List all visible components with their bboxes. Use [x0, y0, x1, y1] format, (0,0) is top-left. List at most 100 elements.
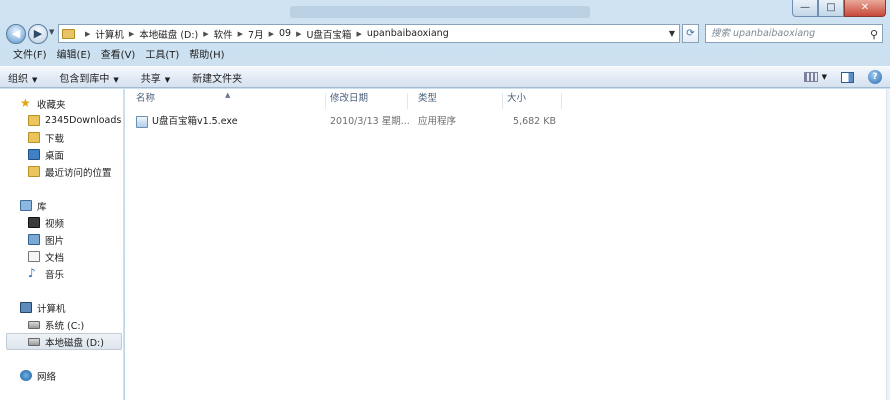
- nav-favorites[interactable]: ★ 收藏夹: [20, 95, 66, 112]
- chevron-down-icon: ▼: [113, 75, 119, 84]
- search-placeholder: 搜索 upanbaibaoxiang: [711, 28, 816, 39]
- chevron-down-icon: ▼: [32, 75, 38, 84]
- nav-item-documents[interactable]: 文档: [28, 248, 64, 265]
- breadcrumb-item[interactable]: 本地磁盘 (D:): [139, 27, 198, 41]
- library-icon: [20, 200, 32, 211]
- menu-help[interactable]: 帮助(H): [184, 47, 229, 65]
- scrollbar[interactable]: [886, 89, 890, 400]
- breadcrumb-arrow-icon[interactable]: ▶: [238, 30, 243, 38]
- minimize-button[interactable]: —: [792, 0, 818, 17]
- column-header-name[interactable]: 名称 ▲: [125, 91, 326, 109]
- recent-pages-dropdown-icon[interactable]: ▼: [49, 28, 54, 36]
- share-button[interactable]: 共享 ▼: [141, 70, 170, 85]
- include-library-button[interactable]: 包含到库中 ▼: [59, 70, 118, 85]
- breadcrumb-item[interactable]: 09: [279, 28, 291, 39]
- music-icon: ♪: [28, 266, 36, 280]
- nav-item-drive-c[interactable]: 系统 (C:): [28, 316, 84, 333]
- nav-item-label: 音乐: [45, 269, 65, 281]
- nav-item-downloads[interactable]: 下载: [28, 129, 64, 146]
- nav-item-recent-places[interactable]: 最近访问的位置: [28, 163, 112, 180]
- column-header-size[interactable]: 大小: [496, 93, 562, 109]
- file-size: 5,682 KB: [513, 116, 556, 127]
- menu-edit[interactable]: 编辑(E): [52, 47, 96, 65]
- video-icon: [28, 217, 40, 228]
- command-bar: 组织 ▼ 包含到库中 ▼ 共享 ▼ 新建文件夹 ▼ ?: [0, 66, 890, 88]
- file-name: U盘百宝箱v1.5.exe: [152, 116, 238, 127]
- folder-icon: [62, 28, 75, 39]
- column-header-type[interactable]: 类型: [407, 93, 503, 109]
- sort-ascending-icon: ▲: [225, 91, 231, 99]
- change-view-button[interactable]: ▼: [803, 72, 827, 82]
- column-header-label: 大小: [507, 93, 527, 104]
- breadcrumb-item[interactable]: 7月: [248, 27, 264, 41]
- nav-item-label: 本地磁盘 (D:): [45, 337, 104, 349]
- address-bar[interactable]: ▶ 计算机 ▶ 本地磁盘 (D:) ▶ 软件 ▶ 7月 ▶ 09 ▶ U盘百宝箱…: [58, 24, 680, 43]
- nav-libraries-label: 库: [37, 201, 47, 213]
- breadcrumb-arrow-icon[interactable]: ▶: [203, 30, 208, 38]
- nav-item-pictures[interactable]: 图片: [28, 231, 64, 248]
- chevron-down-icon: ▼: [164, 75, 171, 84]
- breadcrumb-item[interactable]: U盘百宝箱: [306, 27, 351, 41]
- nav-item-desktop[interactable]: 桌面: [28, 146, 64, 163]
- chevron-down-icon: ▼: [821, 73, 827, 81]
- column-header-label: 名称: [136, 93, 156, 104]
- organize-button[interactable]: 组织 ▼: [8, 70, 37, 85]
- breadcrumb-arrow-icon[interactable]: ▶: [356, 30, 361, 38]
- share-label: 共享: [140, 73, 161, 85]
- maximize-button[interactable]: □: [818, 0, 844, 17]
- include-library-label: 包含到库中: [59, 73, 110, 85]
- application-icon: [136, 116, 148, 128]
- pictures-icon: [28, 234, 40, 245]
- breadcrumb-item[interactable]: 计算机: [95, 27, 124, 41]
- nav-network[interactable]: 网络: [20, 367, 56, 384]
- system-drive-icon: [28, 320, 40, 329]
- nav-network-label: 网络: [37, 371, 57, 383]
- nav-item-music[interactable]: ♪ 音乐: [28, 265, 64, 282]
- nav-item-drive-d[interactable]: 本地磁盘 (D:): [6, 333, 122, 350]
- preview-pane-icon[interactable]: [841, 71, 854, 83]
- documents-icon: [28, 251, 40, 262]
- menu-view[interactable]: 查看(V): [96, 47, 141, 65]
- address-dropdown-icon[interactable]: ▼: [669, 29, 675, 38]
- close-button[interactable]: ✕: [844, 0, 886, 17]
- forward-button[interactable]: ▶: [28, 24, 48, 44]
- breadcrumb-arrow-icon[interactable]: ▶: [129, 30, 134, 38]
- column-header-label: 类型: [418, 93, 438, 104]
- column-header-modified[interactable]: 修改日期: [319, 93, 408, 109]
- title-bar: — □ ✕: [0, 0, 890, 22]
- new-folder-button[interactable]: 新建文件夹: [192, 70, 242, 85]
- nav-favorites-label: 收藏夹: [37, 99, 66, 111]
- menu-tools[interactable]: 工具(T): [140, 47, 184, 65]
- nav-libraries[interactable]: 库: [20, 197, 47, 214]
- nav-item-videos[interactable]: 视频: [28, 214, 64, 231]
- help-icon[interactable]: ?: [868, 70, 882, 84]
- breadcrumb-arrow-icon[interactable]: ▶: [269, 30, 274, 38]
- file-row[interactable]: U盘百宝箱v1.5.exe 2010/3/13 星期... 应用程序 5,682…: [136, 114, 576, 130]
- network-icon: [20, 370, 32, 381]
- organize-label: 组织: [8, 73, 28, 85]
- breadcrumb-item[interactable]: 软件: [214, 27, 233, 41]
- downloads-folder-icon: [28, 132, 40, 143]
- breadcrumb-arrow-icon[interactable]: ▶: [85, 30, 90, 38]
- refresh-button[interactable]: ⟳: [682, 24, 699, 43]
- computer-icon: [20, 302, 32, 313]
- nav-item-label: 2345Downloads: [45, 115, 122, 126]
- breadcrumb-arrow-icon[interactable]: ▶: [296, 30, 301, 38]
- folder-icon: [28, 115, 40, 126]
- nav-item-label: 系统 (C:): [45, 320, 85, 332]
- search-input[interactable]: 搜索 upanbaibaoxiang ⚲: [705, 24, 883, 43]
- search-icon[interactable]: ⚲: [870, 26, 878, 43]
- nav-item-2345downloads[interactable]: 2345Downloads: [28, 112, 121, 129]
- view-details-icon: [803, 72, 818, 82]
- nav-computer-label: 计算机: [37, 303, 66, 315]
- view-controls: ▼ ?: [803, 70, 882, 84]
- file-name-cell: U盘百宝箱v1.5.exe: [136, 114, 238, 130]
- navigation-pane: ★ 收藏夹 2345Downloads 下载 桌面 最近访问的位置 库 视频 图片…: [0, 89, 124, 400]
- nav-computer[interactable]: 计算机: [20, 299, 66, 316]
- nav-item-label: 视频: [45, 218, 65, 230]
- nav-item-label: 最近访问的位置: [45, 167, 112, 179]
- file-list: 名称 ▲ 修改日期 类型 大小 U盘百宝箱v1.5.exe 2010/3/13 …: [125, 89, 890, 400]
- breadcrumb-item[interactable]: upanbaibaoxiang: [367, 28, 449, 39]
- back-button[interactable]: ◀: [6, 24, 26, 44]
- menu-file[interactable]: 文件(F): [8, 47, 52, 65]
